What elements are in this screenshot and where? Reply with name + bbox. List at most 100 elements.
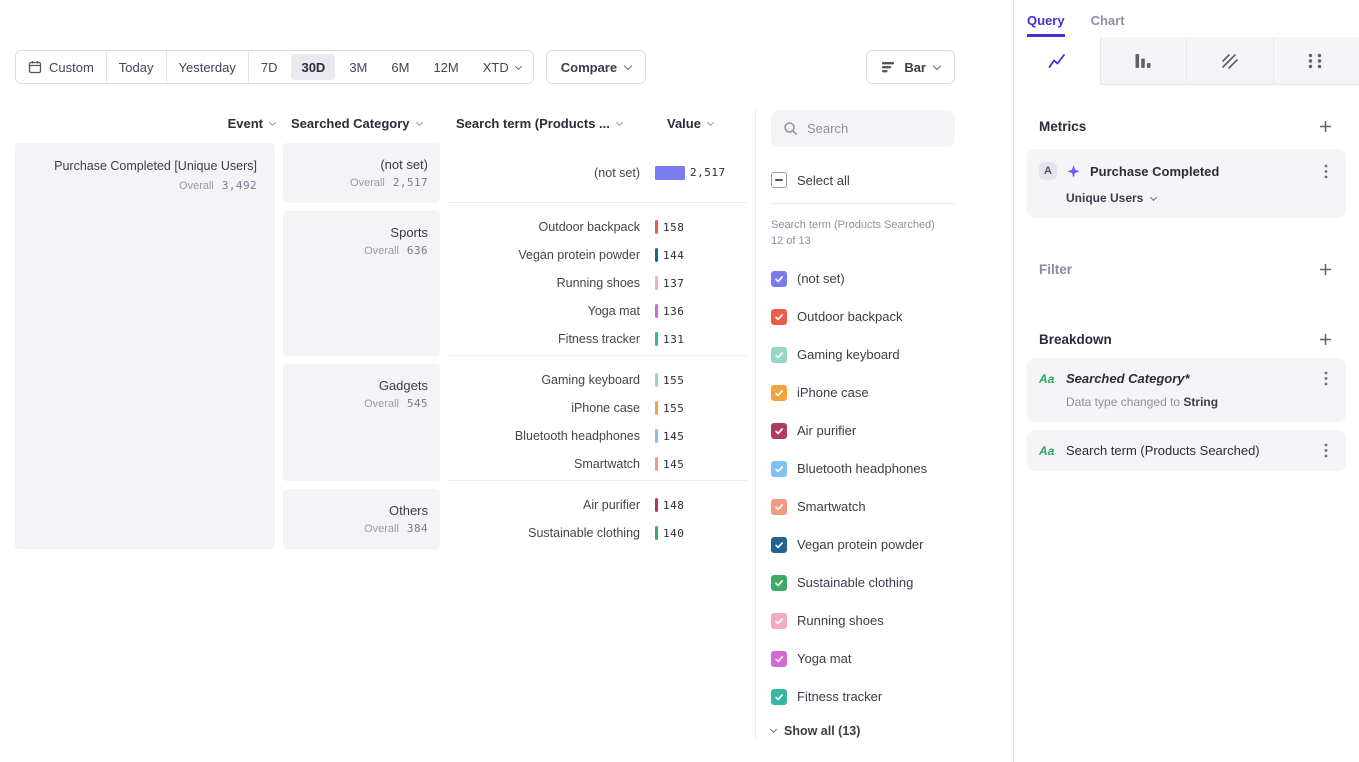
legend-item-label: Sustainable clothing xyxy=(797,575,913,590)
metrics-section-header: Metrics xyxy=(1027,117,1346,135)
legend-group-label: Search term (Products Searched) 12 of 13 xyxy=(771,218,936,250)
legend-item[interactable]: (not set) xyxy=(771,260,955,298)
category-name: Gadgets xyxy=(295,378,428,393)
legend-item[interactable]: Sustainable clothing xyxy=(771,564,955,602)
category-cell[interactable]: (not set)Overall2,517 xyxy=(283,143,440,203)
category-cell[interactable]: SportsOverall636 xyxy=(283,211,440,356)
legend-item-label: Bluetooth headphones xyxy=(797,461,927,476)
range-xtd[interactable]: XTD xyxy=(471,51,533,83)
add-breakdown-button[interactable] xyxy=(1316,330,1334,348)
legend-item[interactable]: Running shoes xyxy=(771,602,955,640)
legend-item[interactable]: Fitness tracker xyxy=(771,678,955,716)
data-type-note: Data type changed to String xyxy=(1066,395,1334,409)
measure-label: Unique Users xyxy=(1066,191,1143,205)
checkbox-icon[interactable] xyxy=(771,537,787,553)
event-cell[interactable]: Purchase Completed [Unique Users] Overal… xyxy=(15,143,275,549)
checkbox-icon[interactable] xyxy=(771,689,787,705)
checkbox-icon[interactable] xyxy=(771,651,787,667)
legend-item-label: Gaming keyboard xyxy=(797,347,900,362)
category-overall: Overall636 xyxy=(295,244,428,257)
legend-item[interactable]: Outdoor backpack xyxy=(771,298,955,336)
legend-item[interactable]: Air purifier xyxy=(771,412,955,450)
table-row[interactable]: Outdoor backpack158 xyxy=(448,213,747,241)
category-overall: Overall384 xyxy=(295,522,428,535)
compare-button[interactable]: Compare xyxy=(546,50,646,84)
value-cell: 131 xyxy=(655,332,747,346)
range-yesterday[interactable]: Yesterday xyxy=(167,51,249,83)
breakdown-card-search-term[interactable]: Aa Search term (Products Searched) xyxy=(1027,430,1346,471)
range-30d[interactable]: 30D xyxy=(291,54,335,80)
col-header-term[interactable]: Search term (Products ... xyxy=(448,116,647,131)
category-overall: Overall545 xyxy=(295,397,428,410)
legend-item[interactable]: Smartwatch xyxy=(771,488,955,526)
category-cell[interactable]: Gadgets Overall545 xyxy=(283,364,440,481)
checkbox-icon[interactable] xyxy=(771,385,787,401)
checkbox-icon[interactable] xyxy=(771,271,787,287)
search-input[interactable] xyxy=(807,121,927,136)
legend-item[interactable]: Gaming keyboard xyxy=(771,336,955,374)
select-all[interactable]: Select all xyxy=(771,172,955,188)
measure-selector[interactable]: Unique Users xyxy=(1066,191,1334,205)
search-box[interactable] xyxy=(771,110,955,147)
range-3m[interactable]: 3M xyxy=(337,51,379,83)
search-term-label: Running shoes xyxy=(448,276,655,290)
view-tab-retention[interactable] xyxy=(1186,37,1273,85)
breakdown-kebab-icon[interactable] xyxy=(1318,371,1334,386)
metric-card[interactable]: A Purchase Completed Unique Users xyxy=(1027,149,1346,218)
checkbox-icon[interactable] xyxy=(771,613,787,629)
checkbox-icon[interactable] xyxy=(771,347,787,363)
legend-item-label: Fitness tracker xyxy=(797,689,882,704)
show-all-button[interactable]: Show all (13) xyxy=(771,724,955,738)
col-header-value[interactable]: Value xyxy=(655,116,747,131)
col-header-event[interactable]: Event xyxy=(15,116,275,131)
legend-item-label: Vegan protein powder xyxy=(797,537,923,552)
value-bar xyxy=(655,401,658,415)
breakdown-card-searched-category[interactable]: Aa Searched Category* Data type changed … xyxy=(1027,358,1346,422)
range-6m[interactable]: 6M xyxy=(379,51,421,83)
tab-chart[interactable]: Chart xyxy=(1091,13,1125,37)
checkbox-icon[interactable] xyxy=(771,423,787,439)
breakdown-kebab-icon[interactable] xyxy=(1318,443,1334,458)
metric-kebab-icon[interactable] xyxy=(1318,164,1334,179)
view-tab-insights[interactable] xyxy=(1014,37,1100,85)
view-tab-flows[interactable] xyxy=(1273,37,1359,85)
table-row[interactable]: Sustainable clothing140 xyxy=(448,519,747,547)
range-today[interactable]: Today xyxy=(107,51,167,83)
table-row[interactable]: Bluetooth headphones145 xyxy=(448,422,747,450)
table-row[interactable]: Gaming keyboard155 xyxy=(448,366,747,394)
table-row[interactable]: Vegan protein powder144 xyxy=(448,241,747,269)
range-7d[interactable]: 7D xyxy=(249,51,290,83)
add-metric-button[interactable] xyxy=(1316,117,1334,135)
legend-item-label: (not set) xyxy=(797,271,845,286)
view-tab-funnels[interactable] xyxy=(1100,37,1187,85)
checkbox-icon[interactable] xyxy=(771,575,787,591)
value-cell: 155 xyxy=(655,373,747,387)
legend-divider xyxy=(771,203,955,204)
table-row[interactable]: Air purifier148 xyxy=(448,491,747,519)
legend-panel: Select all Search term (Products Searche… xyxy=(755,110,955,738)
range-custom[interactable]: Custom xyxy=(16,51,107,83)
category-cell[interactable]: OthersOverall384 xyxy=(283,489,440,549)
legend-item-label: Outdoor backpack xyxy=(797,309,903,324)
col-header-category[interactable]: Searched Category xyxy=(283,116,440,131)
table-row[interactable]: Running shoes137 xyxy=(448,269,747,297)
checkbox-icon[interactable] xyxy=(771,309,787,325)
checkbox-icon[interactable] xyxy=(771,461,787,477)
legend-item[interactable]: iPhone case xyxy=(771,374,955,412)
table-row[interactable]: Smartwatch145 xyxy=(448,450,747,478)
table-row[interactable]: Yoga mat136 xyxy=(448,297,747,325)
table-row[interactable]: Fitness tracker131 xyxy=(448,325,747,353)
table-row[interactable]: iPhone case155 xyxy=(448,394,747,422)
legend-item[interactable]: Bluetooth headphones xyxy=(771,450,955,488)
value-bar xyxy=(655,304,658,318)
value-number: 2,517 xyxy=(690,166,726,179)
legend-item[interactable]: Yoga mat xyxy=(771,640,955,678)
add-filter-button[interactable] xyxy=(1316,260,1334,278)
select-all-checkbox[interactable] xyxy=(771,172,787,188)
checkbox-icon[interactable] xyxy=(771,499,787,515)
table-row[interactable]: (not set)2,517 xyxy=(448,159,747,187)
tab-query[interactable]: Query xyxy=(1027,13,1065,37)
legend-item[interactable]: Vegan protein powder xyxy=(771,526,955,564)
chart-type-button[interactable]: Bar xyxy=(866,50,955,84)
range-12m[interactable]: 12M xyxy=(421,51,470,83)
